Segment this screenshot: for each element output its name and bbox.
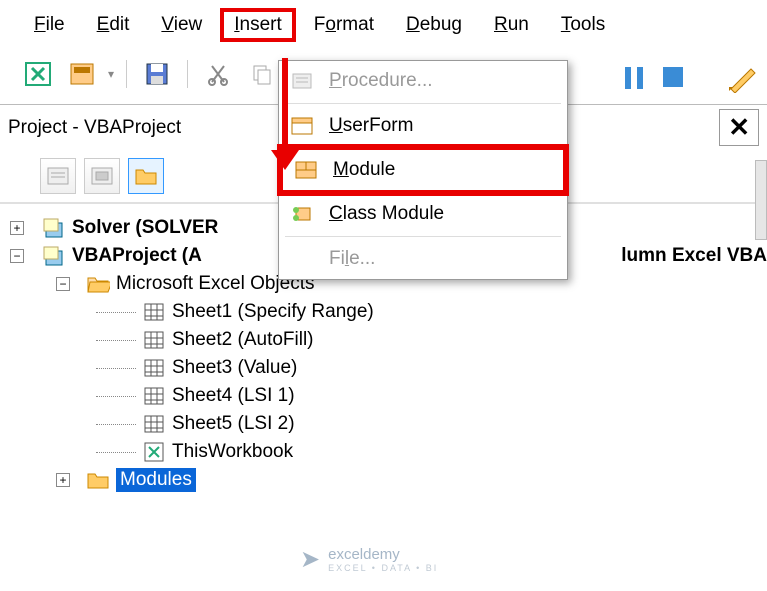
sheet-icon — [142, 356, 166, 380]
project-pane-title: Project - VBAProject — [8, 117, 181, 139]
folder-icon — [86, 468, 110, 492]
tree-node-sheet[interactable]: Sheet2 (AutoFill) — [10, 326, 757, 354]
annotation-arrow — [282, 58, 299, 170]
folder-open-icon — [86, 272, 110, 296]
tree-label: Modules — [116, 468, 196, 492]
watermark: ➤ exceldemy EXCEL • DATA • BI — [300, 545, 438, 574]
view-object-button[interactable] — [84, 158, 120, 194]
panel-handle[interactable] — [755, 160, 767, 240]
copy-icon[interactable] — [244, 56, 280, 92]
view-code-button[interactable] — [40, 158, 76, 194]
menu-run[interactable]: Run — [480, 8, 543, 42]
tree-label: Solver (SOLVER — [72, 217, 218, 239]
menu-file[interactable]: File — [20, 8, 79, 42]
menu-item-file: File... — [279, 239, 567, 279]
collapse-icon[interactable]: − — [10, 249, 24, 263]
design-mode-icon[interactable] — [727, 65, 757, 99]
break-icon[interactable] — [623, 65, 645, 99]
toggle-folders-button[interactable] — [128, 158, 164, 194]
menu-insert[interactable]: Insert — [220, 8, 296, 42]
tree-label: Sheet4 (LSI 1) — [172, 385, 295, 407]
project-icon — [42, 216, 66, 240]
separator — [187, 60, 188, 88]
save-icon[interactable] — [139, 56, 175, 92]
tree-node-sheet[interactable]: Sheet4 (LSI 1) — [10, 382, 757, 410]
arrow-icon: ➤ — [300, 545, 320, 574]
expand-icon[interactable]: + — [56, 473, 70, 487]
tree-label: Sheet3 (Value) — [172, 357, 297, 379]
menu-format[interactable]: Format — [300, 8, 388, 42]
menu-view[interactable]: View — [147, 8, 216, 42]
close-icon[interactable]: ✕ — [719, 109, 759, 146]
insert-button-icon[interactable] — [64, 56, 100, 92]
collapse-icon[interactable]: − — [56, 277, 70, 291]
sheet-icon — [142, 384, 166, 408]
class-module-icon — [289, 202, 315, 226]
tree-node-modules[interactable]: + Modules — [10, 466, 757, 494]
reset-icon[interactable] — [661, 65, 685, 99]
menubar: File Edit View Insert Format Debug Run T… — [0, 0, 767, 50]
cut-icon[interactable] — [200, 56, 236, 92]
sheet-icon — [142, 412, 166, 436]
menu-item-userform[interactable]: UserForm — [279, 106, 567, 146]
tree-label: Sheet2 (AutoFill) — [172, 329, 314, 351]
menu-debug[interactable]: Debug — [392, 8, 476, 42]
menu-item-procedure: Procedure... — [279, 61, 567, 101]
menu-item-class-module[interactable]: Class Module — [279, 194, 567, 234]
sheet-icon — [142, 328, 166, 352]
watermark-sub: EXCEL • DATA • BI — [328, 563, 438, 573]
menu-tools[interactable]: Tools — [547, 8, 619, 42]
tree-node-sheet[interactable]: Sheet5 (LSI 2) — [10, 410, 757, 438]
project-icon — [42, 244, 66, 268]
expand-icon[interactable]: + — [10, 221, 24, 235]
sheet-icon — [142, 300, 166, 324]
tree-label: ThisWorkbook — [172, 441, 293, 463]
separator — [126, 60, 127, 88]
insert-dropdown: Procedure... UserForm Module Class Modul… — [278, 60, 568, 280]
menu-edit[interactable]: Edit — [83, 8, 144, 42]
menu-item-module[interactable]: Module — [277, 144, 569, 196]
tree-label: Sheet1 (Specify Range) — [172, 301, 374, 323]
tree-label: Sheet5 (LSI 2) — [172, 413, 295, 435]
tree-node-sheet[interactable]: Sheet1 (Specify Range) — [10, 298, 757, 326]
tree-node-thisworkbook[interactable]: ThisWorkbook — [10, 438, 757, 466]
tree-label: VBAProject (A — [72, 245, 202, 267]
workbook-icon — [142, 440, 166, 464]
tree-node-sheet[interactable]: Sheet3 (Value) — [10, 354, 757, 382]
view-excel-icon[interactable] — [20, 56, 56, 92]
tree-label-suffix: lumn Excel VBA — [621, 245, 767, 267]
watermark-text: exceldemy — [328, 546, 438, 563]
